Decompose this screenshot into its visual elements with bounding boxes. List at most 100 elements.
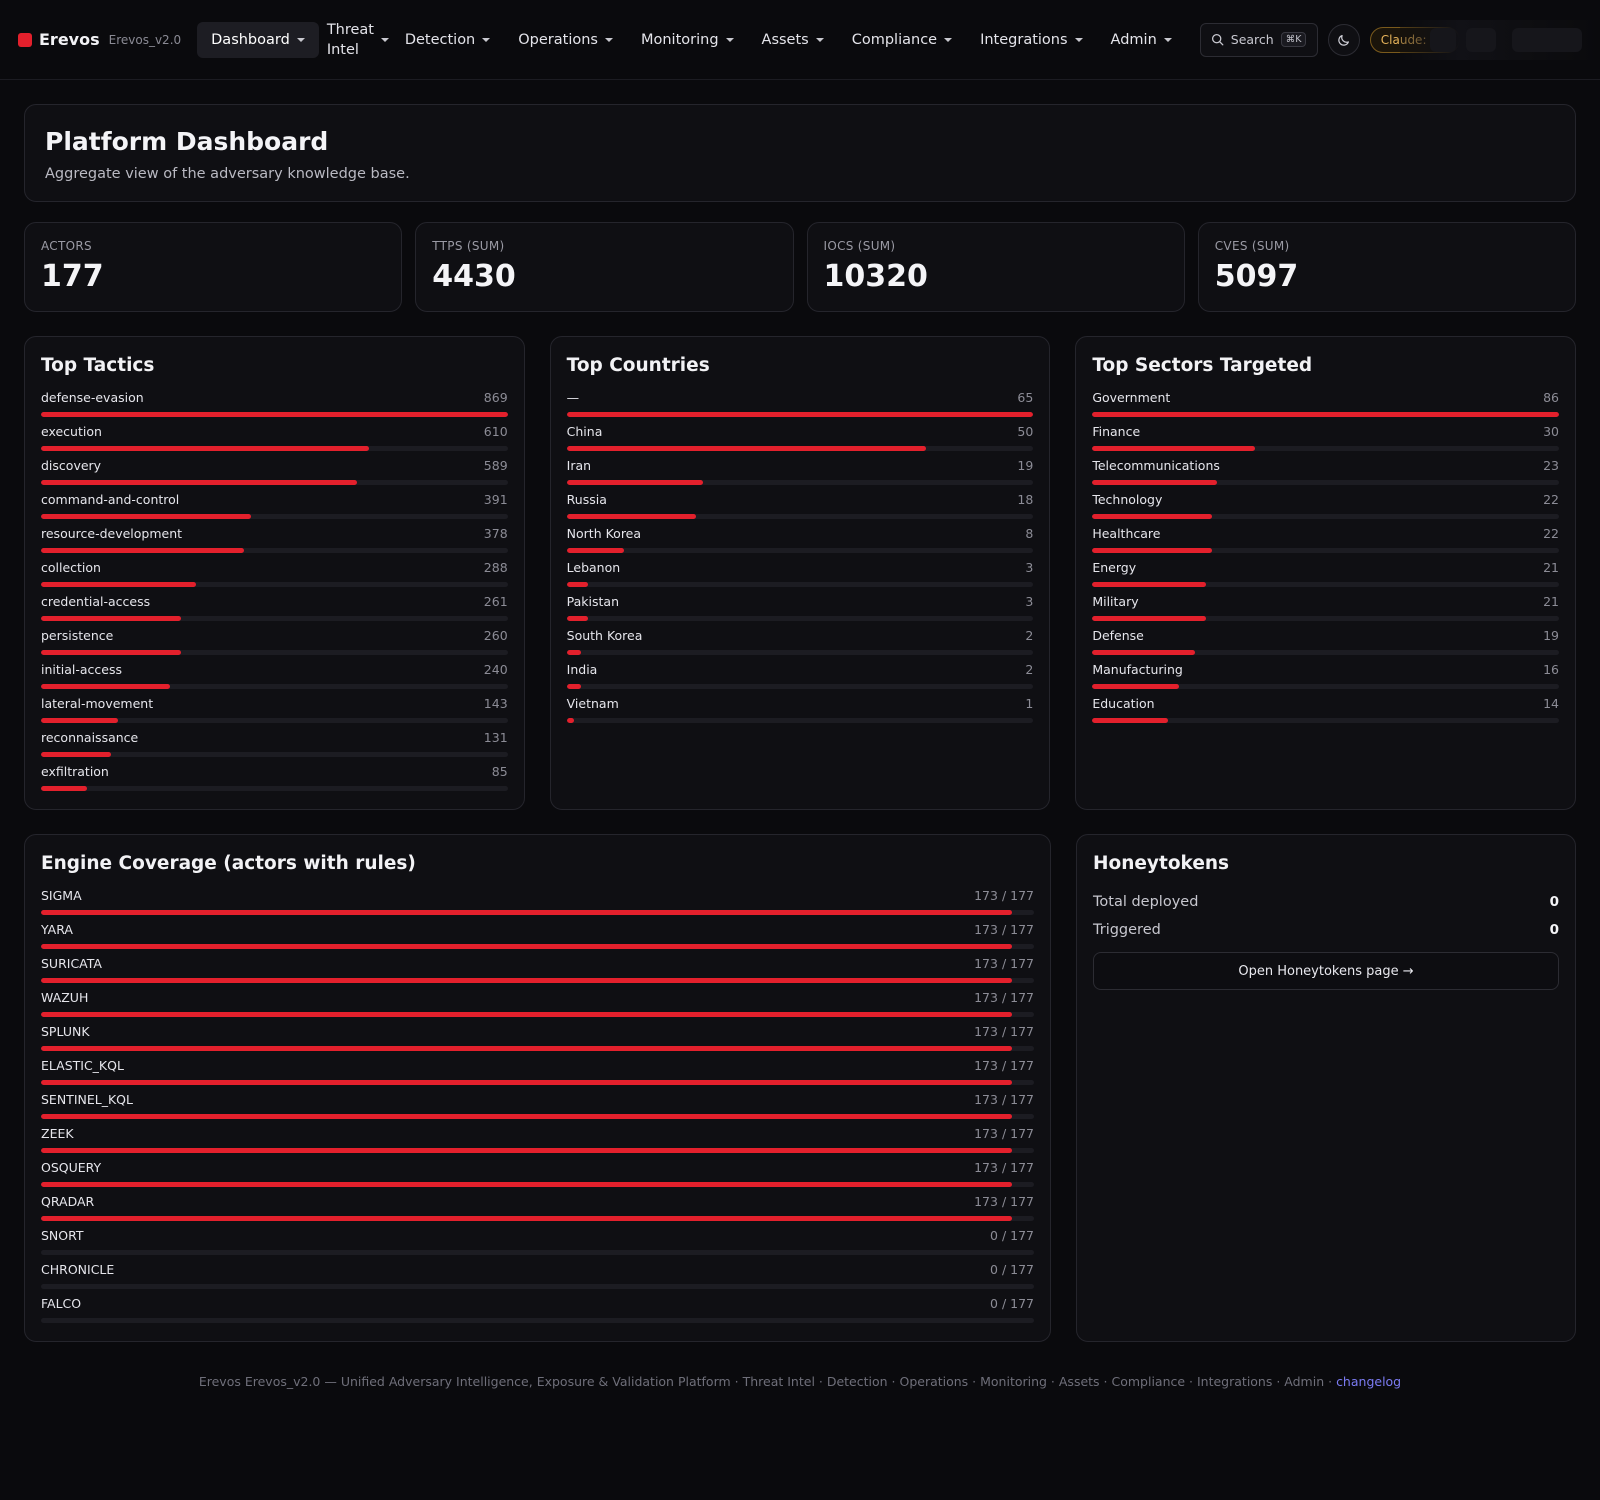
nav-item-assets[interactable]: Assets (748, 22, 838, 58)
bar-fill (41, 1046, 1012, 1051)
stat-label: ACTORS (41, 239, 92, 253)
bar-header: Healthcare 22 (1092, 526, 1559, 542)
bar-label: Technology (1092, 492, 1163, 507)
bar-track (41, 1182, 1034, 1187)
stat-card: IOCS (SUM) 10320 (806, 222, 1185, 312)
bar-label: Government (1092, 390, 1171, 405)
nav-item-operations[interactable]: Operations (504, 22, 627, 58)
stat-card: TTPS (SUM) 4430 (415, 222, 794, 312)
bar-track (1092, 582, 1559, 587)
brand[interactable]: Erevos Erevos_v2.0 (18, 30, 181, 49)
bar-label: resource-development (41, 526, 183, 541)
bar-row: Pakistan 3 (566, 590, 1034, 624)
bar-count: 173 / 177 (974, 1126, 1034, 1141)
page-header: Platform Dashboard Aggregate view of the… (24, 104, 1576, 202)
bar-header: Vietnam 1 (567, 696, 1034, 712)
bar-track (41, 786, 508, 791)
nav-item-label: Compliance (851, 31, 938, 48)
bar-fill (566, 480, 704, 485)
bar-label: Telecommunications (1092, 458, 1220, 473)
bar-row: Healthcare 22 (1092, 522, 1559, 556)
stat-label: IOCS (SUM) (823, 239, 896, 253)
honeytokens-panel: Honeytokens Total deployed 0 Triggered 0… (1076, 834, 1576, 1342)
bar-fill (566, 718, 574, 723)
panel-title: Top Sectors Targeted (1092, 355, 1313, 376)
bar-header: ELASTIC_KQL 173 / 177 (41, 1058, 1034, 1074)
bar-track (41, 480, 508, 485)
bar-track (41, 944, 1034, 949)
nav-item-detection[interactable]: Detection (391, 22, 504, 58)
nav-item-threat-intel[interactable]: Threat Intel (319, 22, 391, 58)
chevron-down-icon (815, 37, 824, 42)
nav-item-compliance[interactable]: Compliance (838, 22, 966, 58)
bar-track (1092, 412, 1559, 417)
bar-track (41, 1114, 1034, 1119)
top-countries-panel: Top Countries —65 China 50 Iran 19 Russia 18 No… (549, 336, 1051, 810)
bar-count: 19 (1543, 628, 1559, 643)
bar-header: South Korea 2 (567, 628, 1034, 644)
bar-row: CHRONICLE 0 / 177 (41, 1258, 1034, 1292)
bar-count: 589 (483, 458, 508, 473)
bar-fill (41, 548, 244, 553)
bar-track (41, 684, 508, 689)
bar-fill (1092, 650, 1196, 655)
bar-track (566, 650, 1034, 655)
bar-track (566, 718, 1034, 723)
bar-row: North Korea 8 (566, 522, 1034, 556)
bar-label: SNORT (41, 1228, 84, 1243)
bar-label: OSQUERY (41, 1160, 102, 1175)
search-button[interactable]: Search ⌘K (1199, 22, 1318, 57)
bar-header: North Korea 8 (567, 526, 1034, 542)
bar-fill (41, 910, 1012, 915)
bar-row: ELASTIC_KQL 173 / 177 (41, 1054, 1034, 1088)
changelog-link[interactable]: changelog (1336, 1374, 1401, 1389)
bar-header: command-and-control 391 (41, 492, 508, 508)
bar-track (1092, 616, 1559, 621)
bar-header: Manufacturing 16 (1092, 662, 1559, 678)
bar-header: India 2 (567, 662, 1034, 678)
panel-title: Engine Coverage (actors with rules) (41, 853, 416, 874)
bar-count: 261 (483, 594, 508, 609)
bar-track (41, 910, 1034, 915)
bar-track (41, 718, 508, 723)
nav-item-admin[interactable]: Admin (1097, 22, 1186, 58)
bar-fill (41, 582, 196, 587)
theme-toggle-button[interactable] (1327, 23, 1360, 56)
bar-track (41, 582, 508, 587)
bar-row: SURICATA 173 / 177 (41, 952, 1034, 986)
stat-label: CVES (SUM) (1214, 239, 1290, 253)
bar-row: SIGMA 173 / 177 (41, 884, 1034, 918)
nav-placeholder (1430, 28, 1456, 52)
nav-item-monitoring[interactable]: Monitoring (627, 22, 748, 58)
bar-row: persistence 260 (41, 624, 508, 658)
bar-count: 173 / 177 (974, 888, 1034, 903)
bar-label: — (566, 390, 580, 405)
bar-track (1092, 548, 1559, 553)
bar-label: SURICATA (41, 956, 102, 971)
bar-track (566, 548, 1034, 553)
bar-fill (566, 514, 696, 519)
bar-header: defense-evasion 869 (41, 390, 508, 406)
bar-fill (41, 978, 1012, 983)
bar-track (41, 1318, 1034, 1323)
bar-count: 2 (1025, 628, 1034, 643)
bar-label: Energy (1092, 560, 1137, 575)
top-sectors-panel: Top Sectors Targeted Government 86 Finance… (1075, 336, 1576, 810)
bar-track (566, 514, 1034, 519)
stat-value: 5097 (1214, 259, 1299, 294)
stat-card: ACTORS 177 (24, 222, 403, 312)
chevron-down-icon (1074, 37, 1083, 42)
bar-track (41, 1148, 1034, 1153)
nav-item-dashboard[interactable]: Dashboard (197, 21, 319, 58)
bar-label: Manufacturing (1092, 662, 1183, 677)
bar-header: execution 610 (41, 424, 508, 440)
nav-item-label: Monitoring (640, 31, 719, 48)
nav-item-integrations[interactable]: Integrations (966, 22, 1096, 58)
bar-count: 173 / 177 (974, 1160, 1034, 1175)
bar-label: Healthcare (1092, 526, 1161, 541)
bar-fill (41, 1114, 1012, 1119)
open-honeytokens-button[interactable]: Open Honeytokens page → (1093, 952, 1559, 990)
bar-count: 21 (1543, 560, 1559, 575)
bar-row: Finance 30 (1092, 420, 1559, 454)
bar-label: Defense (1092, 628, 1144, 643)
